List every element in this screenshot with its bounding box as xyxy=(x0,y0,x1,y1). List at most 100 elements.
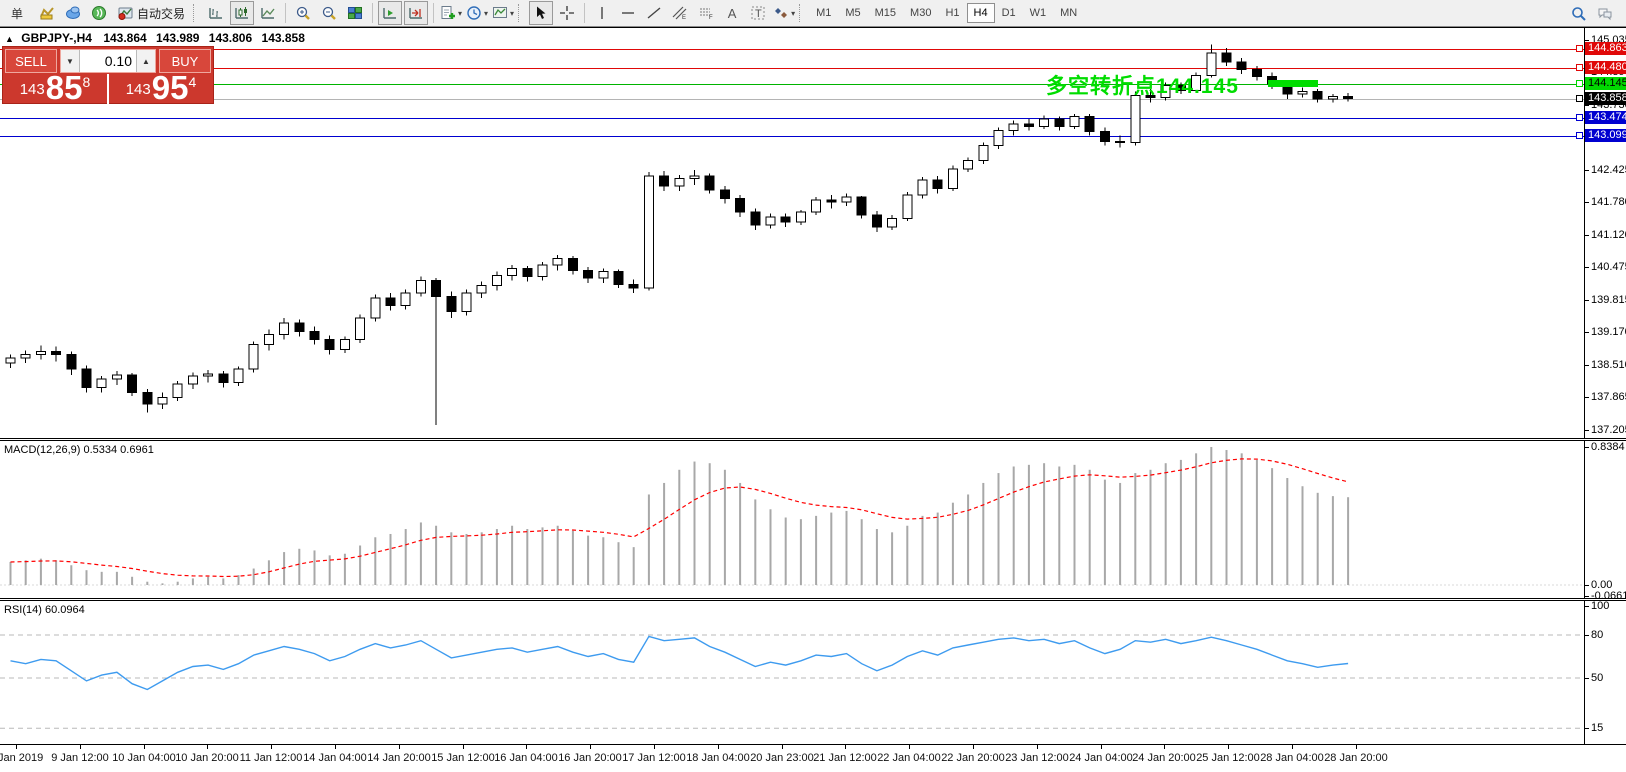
price-tag: 144.863 xyxy=(1585,42,1626,55)
buy-price-prefix: 143 xyxy=(126,77,151,103)
tab-timeframe-d1[interactable]: D1 xyxy=(995,3,1023,23)
time-tick xyxy=(271,745,272,749)
macd-label: MACD(12,26,9) 0.5334 0.6961 xyxy=(4,444,154,456)
zoom-out-icon[interactable] xyxy=(317,1,341,25)
candlestick-chart-type-icon[interactable] xyxy=(230,1,254,25)
cursor-icon[interactable] xyxy=(529,1,553,25)
price-tag: 143.858 xyxy=(1585,92,1626,105)
add-indicator-icon[interactable]: ▾ xyxy=(439,1,463,25)
buy-price[interactable]: 143 95 4 xyxy=(108,74,213,104)
time-tick xyxy=(782,745,783,749)
time-tick xyxy=(1356,745,1357,749)
new-order-button[interactable]: 单 xyxy=(1,1,33,25)
tile-windows-icon[interactable] xyxy=(343,1,367,25)
time-label: 22 Jan 04:00 xyxy=(877,752,941,764)
tab-timeframe-m15[interactable]: M15 xyxy=(868,3,903,23)
trendline-tool-icon[interactable] xyxy=(642,1,666,25)
sell-price-sup: 8 xyxy=(82,75,90,89)
time-tick xyxy=(1164,745,1165,749)
line-chart-type-icon[interactable] xyxy=(256,1,280,25)
time-label: 15 Jan 12:00 xyxy=(431,752,495,764)
price-axis[interactable]: 145.035144.390143.730142.425141.780141.1… xyxy=(1585,28,1626,744)
time-tick xyxy=(399,745,400,749)
search-icon[interactable] xyxy=(1567,2,1591,26)
time-label: 20 Jan 23:00 xyxy=(750,752,814,764)
time-tick xyxy=(1228,745,1229,749)
buy-price-main: 95 xyxy=(152,73,189,103)
time-label: 10 Jan 04:00 xyxy=(112,752,176,764)
fibonacci-tool-icon[interactable]: F xyxy=(694,1,718,25)
tab-timeframe-m5[interactable]: M5 xyxy=(838,3,867,23)
time-label: 14 Jan 04:00 xyxy=(303,752,367,764)
rsi-label: RSI(14) 60.0964 xyxy=(4,604,85,616)
autotrading-button[interactable]: 自动交易 xyxy=(113,1,190,25)
time-label: 9 Jan 12:00 xyxy=(51,752,109,764)
time-label: 21 Jan 12:00 xyxy=(813,752,877,764)
market-icon[interactable] xyxy=(61,1,85,25)
toolbar-separator xyxy=(285,3,286,23)
rsi-panel[interactable] xyxy=(0,601,1584,744)
zoom-in-icon[interactable] xyxy=(291,1,315,25)
time-tick xyxy=(1101,745,1102,749)
time-label: 24 Jan 04:00 xyxy=(1069,752,1133,764)
vertical-line-tool-icon[interactable] xyxy=(590,1,614,25)
time-label: 28 Jan 04:00 xyxy=(1260,752,1324,764)
time-label: 8 Jan 2019 xyxy=(0,752,43,764)
text-tool-icon[interactable]: A xyxy=(720,1,744,25)
tab-timeframe-m30[interactable]: M30 xyxy=(903,3,938,23)
time-tick xyxy=(526,745,527,749)
pivot-annotation: 多空转折点144.145 xyxy=(1046,70,1239,100)
rsi-scale-label: 80 xyxy=(1585,629,1603,641)
price-tick: 137.205 xyxy=(1585,424,1626,436)
macd-panel[interactable] xyxy=(0,441,1584,598)
time-label: 24 Jan 20:00 xyxy=(1132,752,1196,764)
dropdown-caret-icon: ▾ xyxy=(791,9,795,18)
svg-text:T: T xyxy=(755,8,762,20)
tab-timeframe-m1[interactable]: M1 xyxy=(809,3,838,23)
line-anchor-icon xyxy=(1576,114,1583,121)
time-label: 11 Jan 12:00 xyxy=(240,752,303,764)
main-chart-panel[interactable] xyxy=(0,28,1584,438)
tab-timeframe-h4[interactable]: H4 xyxy=(967,3,995,23)
tab-timeframe-h1[interactable]: H1 xyxy=(938,3,966,23)
collapse-arrow-icon[interactable]: ▲ xyxy=(5,34,14,44)
equidistant-channel-tool-icon[interactable]: E xyxy=(668,1,692,25)
line-anchor-icon xyxy=(1576,132,1583,139)
template-icon[interactable]: ▾ xyxy=(491,1,515,25)
time-tick xyxy=(144,745,145,749)
chart-shift-icon[interactable] xyxy=(404,1,428,25)
time-tick xyxy=(207,745,208,749)
charts-icon[interactable] xyxy=(35,1,59,25)
crosshair-icon[interactable] xyxy=(555,1,579,25)
time-label: 23 Jan 12:00 xyxy=(1005,752,1069,764)
timeframe-toolbar: M1M5M15M30H1H4D1W1MN xyxy=(809,3,1084,23)
time-tick xyxy=(845,745,846,749)
time-label: 25 Jan 12:00 xyxy=(1196,752,1260,764)
price-tick: 142.425 xyxy=(1585,164,1626,176)
time-axis[interactable]: 8 Jan 20199 Jan 12:0010 Jan 04:0010 Jan … xyxy=(0,744,1626,772)
time-tick xyxy=(1292,745,1293,749)
signals-icon[interactable] xyxy=(87,1,111,25)
tab-timeframe-w1[interactable]: W1 xyxy=(1023,3,1054,23)
period-icon[interactable]: ▾ xyxy=(465,1,489,25)
time-tick xyxy=(1037,745,1038,749)
arrows-tool-icon[interactable]: ▾ xyxy=(772,1,796,25)
sell-price-prefix: 143 xyxy=(20,77,45,103)
time-label: 22 Jan 20:00 xyxy=(941,752,1005,764)
time-label: 16 Jan 04:00 xyxy=(494,752,558,764)
sell-price-main: 85 xyxy=(46,73,83,103)
label-tool-icon[interactable]: T xyxy=(746,1,770,25)
volume-input[interactable] xyxy=(80,50,136,72)
sell-price[interactable]: 143 85 8 xyxy=(3,74,108,104)
rsi-scale-label: 50 xyxy=(1585,672,1603,684)
auto-scroll-icon[interactable] xyxy=(378,1,402,25)
chat-icon[interactable] xyxy=(1593,2,1617,26)
one-click-trading-panel: SELL ▼ ▲ BUY 143 85 8 143 95 4 xyxy=(2,46,214,104)
horizontal-line-tool-icon[interactable] xyxy=(616,1,640,25)
autotrading-label: 自动交易 xyxy=(137,5,185,22)
price-tag: 144.480 xyxy=(1585,61,1626,74)
bar-chart-type-icon[interactable] xyxy=(204,1,228,25)
symbol-period: GBPJPY-,H4 xyxy=(21,31,92,45)
tab-timeframe-mn[interactable]: MN xyxy=(1053,3,1084,23)
time-label: 28 Jan 20:00 xyxy=(1324,752,1388,764)
